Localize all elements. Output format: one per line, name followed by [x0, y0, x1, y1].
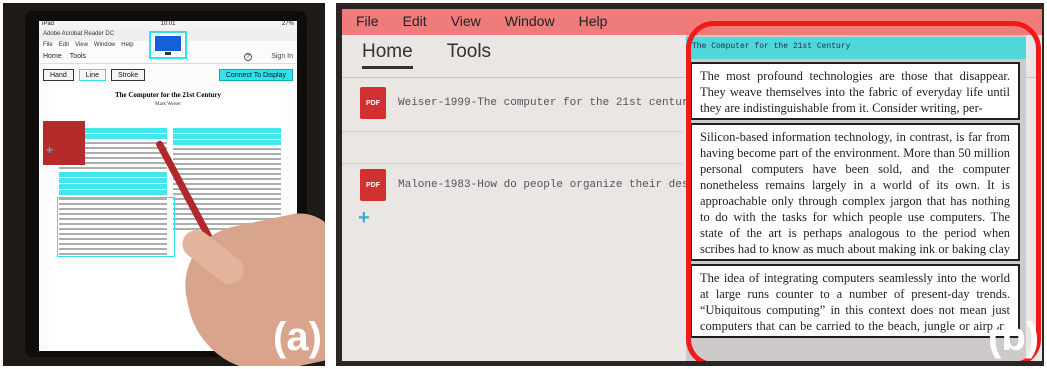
menu-window[interactable]: Window	[94, 42, 115, 50]
doc-column-right	[173, 127, 281, 233]
doc-title: The Computer for the 21st Century	[114, 91, 222, 99]
menu-help[interactable]: Help	[121, 42, 133, 50]
status-device: iPad	[42, 21, 55, 27]
connect-to-display-button[interactable]: Connect To Display	[218, 69, 293, 81]
menu-edit[interactable]: Edit	[403, 13, 427, 31]
pdf-icon: PDF	[360, 87, 386, 119]
tabs-b: Home Tools	[362, 41, 491, 69]
status-bar: iPad 10:01 27%	[39, 21, 297, 29]
tab-home[interactable]: Home	[362, 41, 413, 69]
menu-file[interactable]: File	[43, 42, 53, 50]
tab-tools[interactable]: Tools	[70, 53, 86, 61]
monitor-icon	[149, 31, 187, 59]
list-item[interactable]: PDF Weiser-1999-The computer for the 21s…	[360, 83, 740, 123]
plus-icon[interactable]: +	[358, 207, 370, 230]
panel-label-b: (b)	[988, 315, 1040, 359]
tab-home[interactable]: Home	[43, 53, 62, 61]
photo-panel-b: File Edit View Window Help Home Tools PD…	[336, 3, 1044, 366]
app-title: Adobe Acrobat Reader DC	[43, 31, 115, 37]
hand-button[interactable]: Hand	[43, 69, 74, 81]
doc-author: Mark Weiser	[155, 102, 181, 107]
stroke-button[interactable]: Stroke	[110, 69, 146, 81]
highlight-frame	[686, 21, 1041, 361]
menu-help[interactable]: Help	[579, 13, 608, 31]
menu-edit[interactable]: Edit	[59, 42, 69, 50]
photo-panel-a: iPad 10:01 27% Adobe Acrobat Reader DC F…	[3, 3, 325, 366]
status-time: 10:01	[160, 21, 176, 27]
document-name: Malone-1983-How do people organize their…	[398, 179, 735, 191]
panel-label-a: (a)	[273, 315, 322, 359]
monitor-screen: File Edit View Window Help Home Tools PD…	[342, 9, 1042, 361]
document-name: Weiser-1999-The computer for the 21st ce…	[398, 97, 696, 109]
menu-file[interactable]: File	[356, 13, 379, 31]
menu-view[interactable]: View	[451, 13, 481, 31]
list-item[interactable]: PDF Malone-1983-How do people organize t…	[360, 165, 740, 205]
menu-window[interactable]: Window	[505, 13, 555, 31]
row-divider	[342, 163, 682, 164]
pdf-thumbnail-a[interactable]: +	[43, 121, 85, 165]
menu-view[interactable]: View	[75, 42, 88, 50]
pdf-icon: PDF	[360, 169, 386, 201]
toolbar-a: Hand Line Stroke Connect To Display	[43, 69, 293, 82]
selection-box	[57, 197, 175, 257]
tab-tools[interactable]: Tools	[447, 41, 491, 69]
row-divider	[342, 131, 682, 132]
help-icon[interactable]: ?	[244, 53, 253, 61]
line-button[interactable]: Line	[78, 69, 106, 81]
status-battery: 27%	[281, 21, 294, 27]
sign-in-link[interactable]: Sign In	[271, 53, 293, 61]
plus-icon[interactable]: +	[46, 143, 53, 157]
